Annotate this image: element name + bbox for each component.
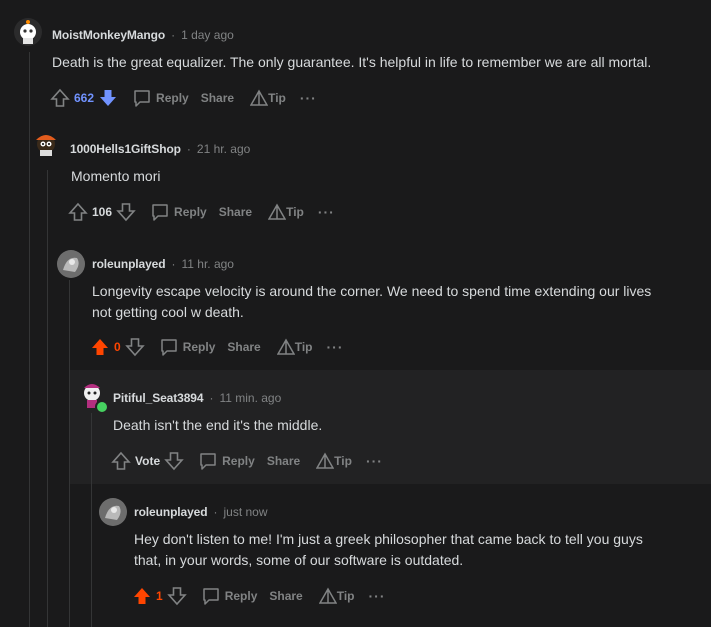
downvote-icon[interactable]	[124, 337, 145, 357]
tip-label: Tip	[336, 589, 355, 603]
tip-label: Tip	[334, 454, 352, 468]
tip-label: Tip	[268, 91, 286, 105]
tip-triangle-icon	[268, 203, 287, 220]
thread-line-3[interactable]	[69, 280, 70, 627]
comment-bubble-icon	[160, 339, 177, 356]
username[interactable]: roleunplayed	[92, 257, 166, 271]
meta-separator: ·	[186, 142, 191, 156]
share-label: Share	[200, 91, 235, 105]
reply-label: Reply	[222, 454, 255, 468]
tip-button[interactable]: Tip	[250, 89, 286, 107]
reply-label: Reply	[174, 205, 207, 219]
comment-body: Longevity escape velocity is around the …	[92, 281, 651, 323]
comment-body-line: Hey don't listen to me! I'm just a greek…	[134, 531, 643, 547]
thread-line-1[interactable]	[29, 52, 30, 627]
tip-triangle-icon	[276, 338, 295, 355]
avatar[interactable]	[57, 250, 85, 278]
tip-label: Tip	[286, 205, 304, 219]
comment-bubble-icon	[202, 588, 219, 605]
upvote-icon[interactable]	[132, 586, 152, 606]
timestamp[interactable]: 11 hr. ago	[181, 257, 234, 271]
tip-label: Tip	[294, 340, 313, 354]
upvote-icon[interactable]	[111, 451, 131, 471]
online-status-dot	[95, 400, 109, 414]
upvote-icon[interactable]	[68, 202, 88, 222]
comment-body: Death is the great equalizer. The only g…	[52, 54, 652, 70]
snoo-avatar-icon	[36, 135, 56, 156]
comment-body: Death isn't the end it's the middle.	[113, 417, 323, 433]
downvote-icon[interactable]	[98, 88, 118, 108]
meta-separator: ·	[213, 505, 218, 519]
avatar[interactable]	[99, 498, 127, 526]
share-button[interactable]: Share	[219, 205, 252, 219]
share-label: Share	[218, 205, 253, 219]
vote-count: 0	[114, 340, 121, 354]
meta-separator: ·	[209, 391, 214, 405]
username[interactable]: MoistMonkeyMango	[52, 28, 165, 42]
comment-body-line: Longevity escape velocity is around the …	[92, 283, 652, 299]
timestamp[interactable]: 21 hr. ago	[197, 142, 250, 156]
downvote-icon[interactable]	[164, 451, 184, 471]
tip-triangle-icon	[250, 89, 269, 106]
snoo-avatar-icon	[20, 20, 36, 44]
reply-button[interactable]: Reply	[201, 586, 258, 606]
meta-separator: ·	[171, 28, 176, 42]
downvote-icon[interactable]	[166, 586, 187, 606]
username[interactable]: Pitiful_Seat3894	[113, 391, 204, 405]
share-button[interactable]: Share	[227, 340, 260, 354]
reply-button[interactable]: Reply	[159, 337, 216, 357]
thread-line-4[interactable]	[91, 413, 92, 627]
share-label: Share	[227, 340, 261, 354]
share-button[interactable]: Share	[267, 454, 300, 468]
user-photo-avatar-icon	[57, 250, 85, 278]
reply-button[interactable]: Reply	[198, 451, 255, 471]
more-options-icon[interactable]: ···	[369, 588, 386, 604]
downvote-icon[interactable]	[116, 202, 136, 222]
comment-body-line: not getting cool w death.	[92, 304, 244, 320]
avatar[interactable]	[78, 380, 109, 414]
comment-bubble-icon	[200, 453, 216, 470]
timestamp[interactable]: 1 day ago	[181, 28, 234, 42]
upvote-icon[interactable]	[50, 88, 70, 108]
reply-label: Reply	[156, 91, 189, 105]
vote-count: 106	[92, 205, 113, 219]
meta-separator: ·	[171, 257, 176, 271]
comment-body: Hey don't listen to me! I'm just a greek…	[134, 529, 643, 571]
share-label: Share	[266, 454, 301, 468]
username[interactable]: 1000Hells1GiftShop	[70, 142, 181, 156]
comment-body: Momento mori	[71, 168, 161, 184]
reply-button[interactable]: Reply	[132, 88, 189, 108]
username[interactable]: roleunplayed	[134, 505, 208, 519]
vote-count: 662	[74, 91, 95, 105]
vote-label: Vote	[135, 454, 161, 468]
avatar[interactable]	[14, 18, 42, 46]
more-options-icon[interactable]: ···	[300, 90, 317, 106]
more-options-icon[interactable]: ···	[327, 339, 344, 355]
reply-label: Reply	[182, 340, 216, 354]
tip-button[interactable]: Tip	[316, 452, 352, 470]
comment-bubble-icon	[134, 90, 150, 107]
more-options-icon[interactable]: ···	[366, 453, 383, 469]
share-label: Share	[269, 589, 303, 603]
vote-count: 1	[156, 589, 163, 603]
reply-button[interactable]: Reply	[150, 202, 207, 222]
upvote-icon[interactable]	[90, 337, 110, 357]
avatar[interactable]	[32, 130, 60, 158]
timestamp[interactable]: just now	[223, 505, 267, 519]
tip-triangle-icon	[316, 452, 335, 469]
timestamp[interactable]: 11 min. ago	[219, 391, 281, 405]
share-button[interactable]: Share	[201, 91, 234, 105]
user-photo-avatar-icon	[99, 498, 127, 526]
comment-body-line: that, in your words, some of our softwar…	[134, 552, 464, 568]
comment-bubble-icon	[152, 204, 168, 221]
tip-triangle-icon	[318, 587, 337, 604]
share-button[interactable]: Share	[269, 589, 302, 603]
tip-button[interactable]: Tip	[276, 338, 313, 356]
tip-button[interactable]: Tip	[268, 203, 304, 221]
thread-line-2[interactable]	[47, 170, 48, 627]
reply-label: Reply	[224, 589, 258, 603]
tip-button[interactable]: Tip	[318, 587, 355, 605]
more-options-icon[interactable]: ···	[318, 204, 335, 220]
